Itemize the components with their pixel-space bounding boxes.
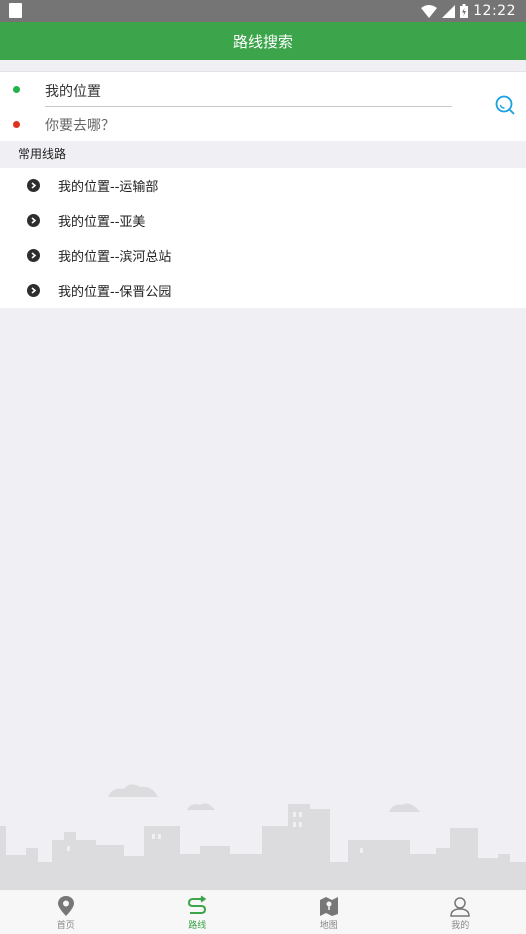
clock: 12:22 — [473, 3, 516, 19]
tab-mine[interactable]: 我的 — [395, 890, 526, 934]
route-icon — [188, 895, 207, 914]
chevron-right-icon — [27, 249, 40, 262]
tab-label: 路线 — [188, 921, 207, 931]
route-search-card — [0, 71, 526, 141]
route-item[interactable]: 我的位置--亚美 — [0, 203, 526, 238]
tab-label: 我的 — [451, 921, 470, 931]
destination-input[interactable] — [45, 115, 450, 137]
tab-map[interactable]: 地图 — [263, 890, 395, 934]
map-icon — [319, 897, 338, 916]
notification-icon — [9, 3, 22, 18]
wifi-icon — [421, 4, 438, 18]
tab-label: 首页 — [56, 921, 75, 931]
start-point-dot — [13, 86, 20, 93]
route-item[interactable]: 我的位置--滨河总站 — [0, 238, 526, 273]
location-pin-icon — [57, 896, 74, 916]
common-routes-header: 常用线路 — [0, 141, 526, 168]
status-bar: 12:22 — [0, 0, 526, 22]
app-bar: 路线搜索 — [0, 22, 526, 60]
search-icon[interactable] — [494, 94, 516, 116]
route-label: 我的位置--保晋公园 — [58, 285, 172, 300]
signal-icon — [442, 4, 456, 18]
user-icon — [450, 897, 471, 917]
city-skyline-illustration — [0, 784, 526, 890]
chevron-right-icon — [27, 284, 40, 297]
start-location-input[interactable] — [45, 80, 450, 102]
route-label: 我的位置--亚美 — [58, 215, 146, 230]
bottom-tab-bar: 首页 路线 地图 我的 — [0, 889, 526, 934]
route-item[interactable]: 我的位置--保晋公园 — [0, 273, 526, 308]
route-item[interactable]: 我的位置--运输部 — [0, 168, 526, 203]
page-title: 路线搜索 — [232, 32, 293, 51]
common-routes-list: 我的位置--运输部 我的位置--亚美 我的位置--滨河总站 我的位置--保晋公园 — [0, 168, 526, 308]
tab-route[interactable]: 路线 — [132, 890, 264, 934]
status-icons: 12:22 — [421, 2, 516, 20]
destination-dot — [13, 121, 20, 128]
chevron-right-icon — [27, 214, 40, 227]
tab-label: 地图 — [319, 921, 338, 931]
battery-icon — [460, 4, 469, 18]
tab-home[interactable]: 首页 — [0, 890, 132, 934]
route-label: 我的位置--滨河总站 — [58, 250, 172, 265]
route-label: 我的位置--运输部 — [58, 180, 159, 195]
chevron-right-icon — [27, 179, 40, 192]
field-divider — [45, 106, 452, 107]
